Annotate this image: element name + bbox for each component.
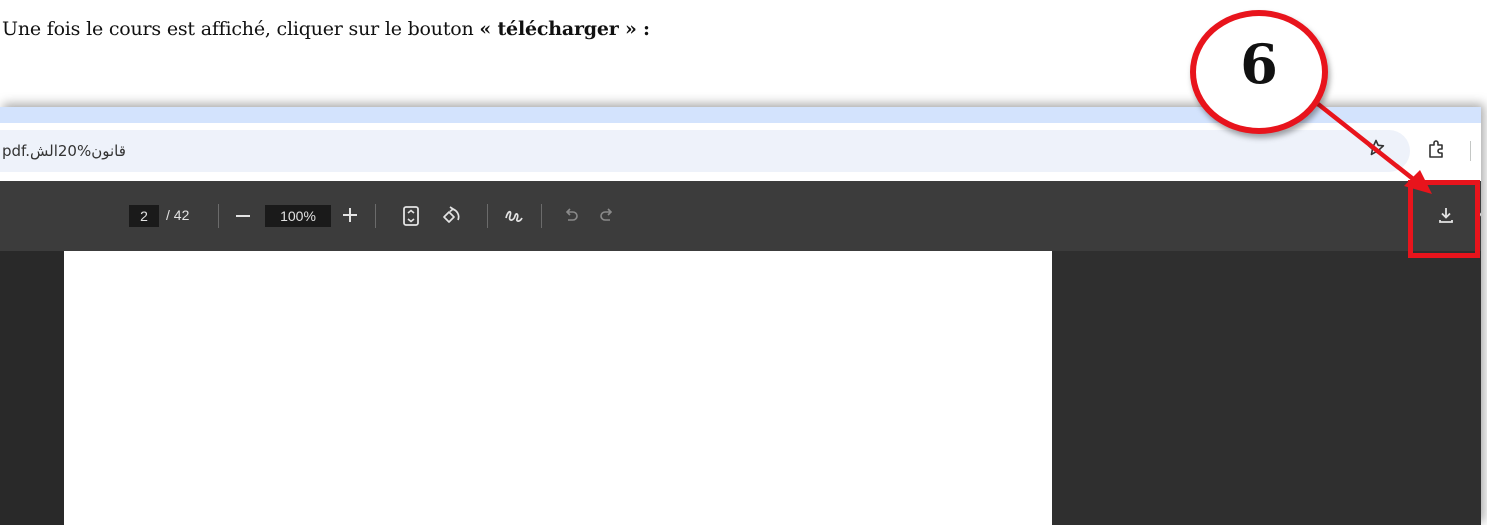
instruction-close-quote: » : <box>618 18 650 40</box>
viewer-background <box>1052 251 1481 525</box>
page-total: / 42 <box>166 207 190 223</box>
download-highlight-box <box>1408 180 1480 258</box>
instruction-keyword: télécharger <box>497 18 619 40</box>
browser-window: pdf.قانون%20الش 2 / 42 100% <box>0 107 1481 525</box>
url-text[interactable]: pdf.قانون%20الش <box>2 142 126 160</box>
redo-icon[interactable] <box>596 205 618 227</box>
step-number: 6 <box>1240 32 1278 96</box>
undo-icon[interactable] <box>560 205 582 227</box>
address-bar[interactable]: pdf.قانون%20الش <box>0 130 1410 172</box>
zoom-level-input[interactable]: 100% <box>265 205 331 227</box>
rotate-icon[interactable] <box>440 205 462 227</box>
toolbar-divider <box>1470 141 1471 161</box>
toolbar-separator <box>375 204 376 228</box>
toolbar-separator <box>218 204 219 228</box>
step-callout: 6 <box>1190 10 1328 134</box>
page-number-input[interactable]: 2 <box>129 205 159 227</box>
star-icon[interactable] <box>1366 138 1386 158</box>
zoom-out-button[interactable] <box>236 215 250 217</box>
instruction-prefix: Une fois le cours est affiché, cliquer s… <box>2 18 480 40</box>
pdf-viewer[interactable] <box>0 251 1481 525</box>
instruction-open-quote: « <box>479 18 498 40</box>
fit-page-icon[interactable] <box>400 205 422 227</box>
pdf-toolbar: 2 / 42 100% <box>0 181 1481 251</box>
draw-icon[interactable] <box>503 205 525 227</box>
toolbar-separator <box>487 204 488 228</box>
pdf-page <box>64 251 1052 525</box>
zoom-in-button[interactable] <box>343 208 357 222</box>
instruction-text: Une fois le cours est affiché, cliquer s… <box>2 18 650 40</box>
puzzle-icon[interactable] <box>1427 139 1447 159</box>
toolbar-separator <box>541 204 542 228</box>
